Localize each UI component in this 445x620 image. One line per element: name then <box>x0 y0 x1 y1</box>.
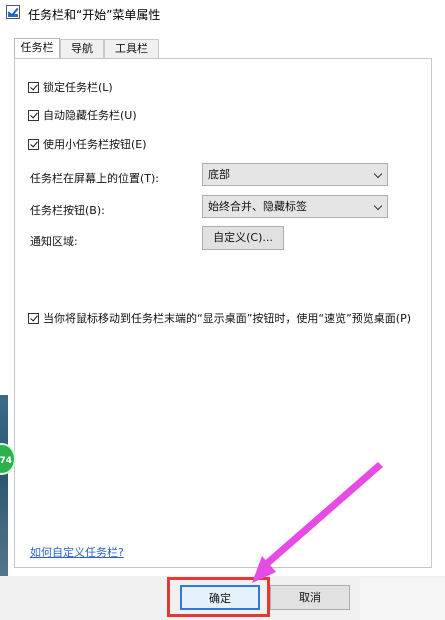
pointer-arrow-annotation <box>252 462 383 583</box>
arrow-shaft <box>261 462 383 569</box>
